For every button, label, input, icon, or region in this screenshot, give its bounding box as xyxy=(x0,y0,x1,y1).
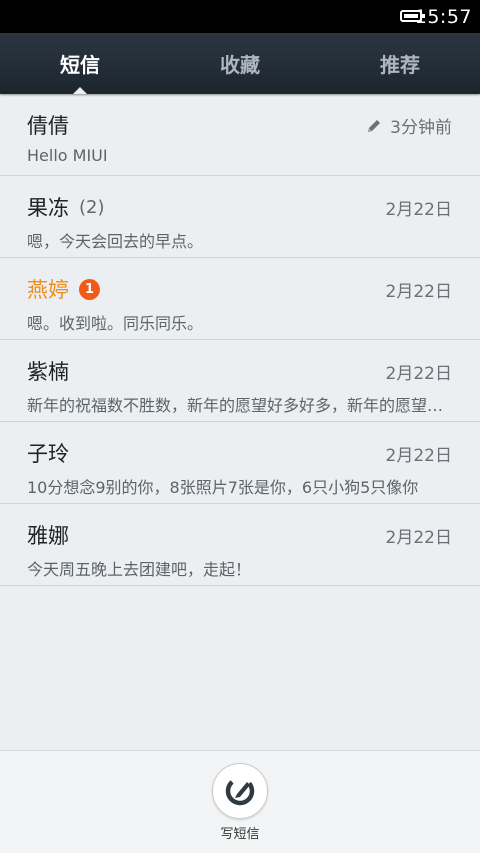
tab-messages-label: 短信 xyxy=(60,53,100,77)
tab-bar: 短信 收藏 推荐 xyxy=(0,33,480,94)
message-preview: 嗯。收到啦。同乐同乐。 xyxy=(27,314,204,333)
message-time: 2月22日 xyxy=(385,282,452,302)
message-count: (2) xyxy=(79,196,105,218)
message-time: 2月22日 xyxy=(385,364,452,384)
message-time: 2月22日 xyxy=(385,200,452,220)
message-time: 2月22日 xyxy=(385,446,452,466)
tab-favorites[interactable]: 收藏 xyxy=(160,33,320,94)
bottom-bar: 写短信 xyxy=(0,750,480,853)
message-preview: 今天周五晚上去团建吧，走起！ xyxy=(27,560,252,579)
message-time: 3分钟前 xyxy=(366,113,452,138)
contact-name: 子玲 xyxy=(27,438,69,468)
tab-favorites-label: 收藏 xyxy=(220,53,260,77)
status-bar: 15:57 xyxy=(0,0,480,33)
compose-label: 写短信 xyxy=(220,827,260,842)
conversation-row[interactable]: 紫楠 新年的祝福数不胜数，新年的愿望好多好多，新年的愿望好多好多 2月22日 xyxy=(0,340,480,422)
conversation-row[interactable]: 倩倩 Hello MIUI 3分钟前 xyxy=(0,94,480,176)
contact-name: 果冻 (2) xyxy=(27,192,105,222)
message-preview: 10分想念9别的你，8张照片7张是你，6只小狗5只像你 xyxy=(27,478,419,497)
tab-messages[interactable]: 短信 xyxy=(0,33,160,94)
contact-name-text: 倩倩 xyxy=(27,114,69,138)
conversation-list: 倩倩 Hello MIUI 3分钟前 果冻 (2) 嗯，今天会回去的早点。 2月… xyxy=(0,94,480,586)
status-time: 15:57 xyxy=(414,6,472,28)
compose-button[interactable] xyxy=(212,763,268,819)
contact-name: 紫楠 xyxy=(27,356,69,386)
contact-name-text: 紫楠 xyxy=(27,360,69,384)
message-time: 2月22日 xyxy=(385,528,452,548)
conversation-row[interactable]: 果冻 (2) 嗯，今天会回去的早点。 2月22日 xyxy=(0,176,480,258)
unread-badge: 1 xyxy=(79,278,100,300)
contact-name: 倩倩 xyxy=(27,110,69,140)
contact-name-text: 子玲 xyxy=(27,442,69,466)
compose-icon xyxy=(225,776,255,806)
conversation-row[interactable]: 燕婷 1 嗯。收到啦。同乐同乐。 2月22日 xyxy=(0,258,480,340)
conversation-row[interactable]: 雅娜 今天周五晚上去团建吧，走起！ 2月22日 xyxy=(0,504,480,586)
message-preview: 新年的祝福数不胜数，新年的愿望好多好多，新年的愿望好多好多 xyxy=(27,396,447,415)
message-time-text: 3分钟前 xyxy=(390,118,452,138)
message-preview: Hello MIUI xyxy=(27,146,108,165)
contact-name-text: 果冻 xyxy=(27,196,69,220)
tab-recommended[interactable]: 推荐 xyxy=(320,33,480,94)
pencil-icon xyxy=(368,119,381,132)
contact-name-text: 雅娜 xyxy=(27,524,69,548)
message-preview: 嗯，今天会回去的早点。 xyxy=(27,232,204,251)
tab-recommended-label: 推荐 xyxy=(380,53,420,77)
conversation-row[interactable]: 子玲 10分想念9别的你，8张照片7张是你，6只小狗5只像你 2月22日 xyxy=(0,422,480,504)
contact-name: 燕婷 1 xyxy=(27,274,100,304)
contact-name-text: 燕婷 xyxy=(27,278,69,302)
contact-name: 雅娜 xyxy=(27,520,69,550)
